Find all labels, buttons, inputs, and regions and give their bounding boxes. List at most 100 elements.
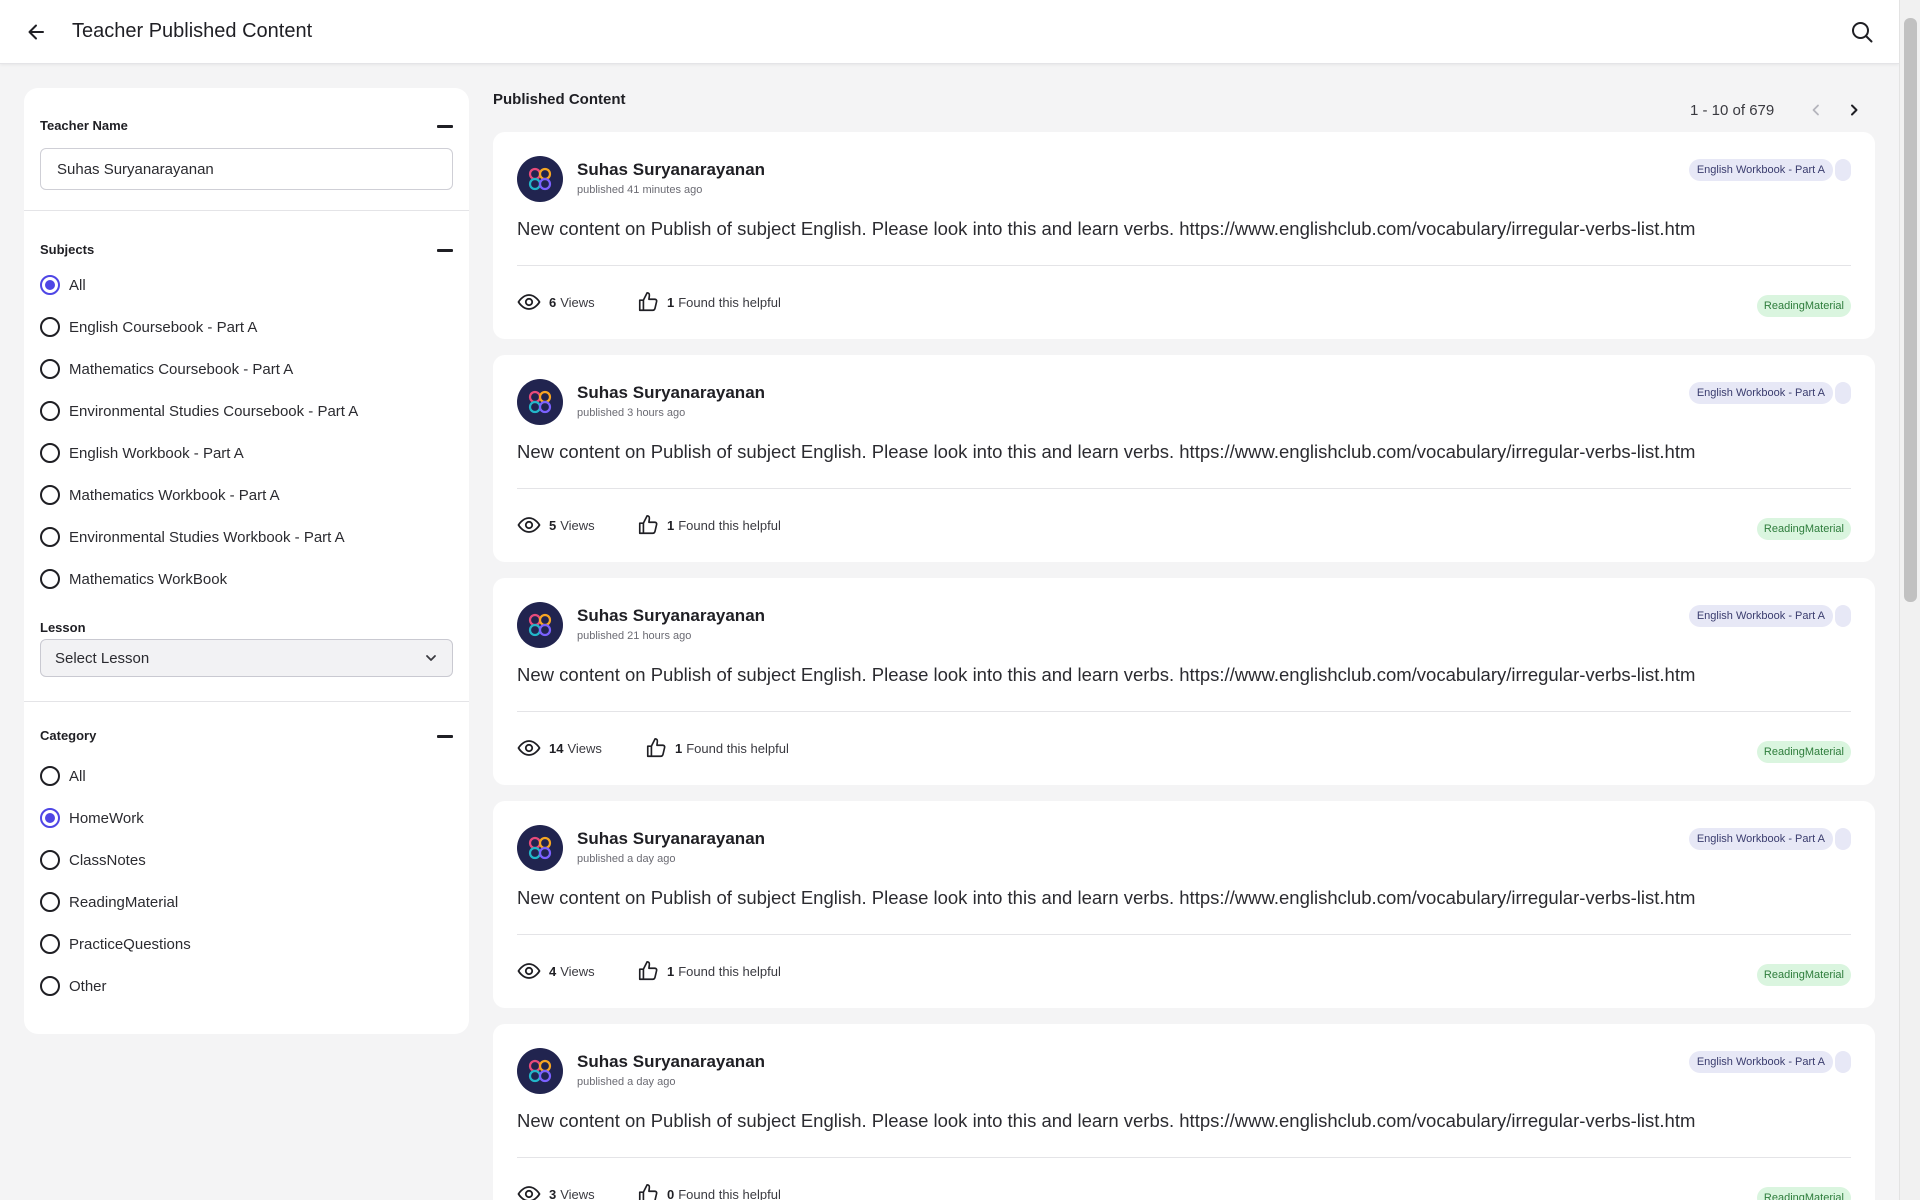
eye-icon — [517, 1186, 541, 1200]
radio-button[interactable] — [40, 485, 60, 505]
views-label: Views — [560, 1186, 595, 1200]
category-option-practicequestions[interactable]: PracticeQuestions — [40, 931, 191, 957]
radio-button[interactable] — [40, 527, 60, 547]
category-chip[interactable]: ReadingMaterial — [1756, 741, 1851, 763]
radio-button[interactable] — [40, 808, 60, 828]
author-name[interactable]: Suhas Suryanarayanan — [577, 383, 765, 403]
collapse-subjects-button[interactable] — [437, 249, 453, 252]
author-name[interactable]: Suhas Suryanarayanan — [577, 829, 765, 849]
helpful-label: Found this helpful — [686, 740, 789, 756]
author-name[interactable]: Suhas Suryanarayanan — [577, 606, 765, 626]
helpful-button[interactable]: 1 Found this helpful — [645, 736, 789, 760]
radio-button[interactable] — [40, 275, 60, 295]
views-count[interactable]: 6 Views — [517, 290, 595, 314]
subject-chip-label[interactable]: English Workbook - Part A — [1688, 382, 1833, 404]
teacher-name-input[interactable] — [40, 148, 453, 190]
views-count[interactable]: 3 Views — [517, 1182, 595, 1200]
subject-option-mathematics-workbook-part-a[interactable]: Mathematics Workbook - Part A — [40, 482, 280, 508]
radio-button[interactable] — [40, 443, 60, 463]
subject-chip[interactable]: English Workbook - Part A — [1688, 159, 1851, 181]
page-scrollbar[interactable] — [1899, 0, 1920, 1200]
radio-button[interactable] — [40, 934, 60, 954]
radio-button[interactable] — [40, 359, 60, 379]
radio-button[interactable] — [40, 766, 60, 786]
avatar[interactable] — [517, 825, 563, 871]
previous-page-button[interactable] — [1804, 98, 1828, 122]
subject-chip-extra[interactable] — [1835, 382, 1851, 404]
views-count[interactable]: 14 Views — [517, 736, 602, 760]
avatar[interactable] — [517, 379, 563, 425]
category-option-homework[interactable]: HomeWork — [40, 805, 144, 831]
subject-chip-label[interactable]: English Workbook - Part A — [1688, 1051, 1833, 1073]
helpful-button[interactable]: 1 Found this helpful — [637, 290, 781, 314]
radio-button[interactable] — [40, 317, 60, 337]
subject-chip-label[interactable]: English Workbook - Part A — [1688, 605, 1833, 627]
subject-chip[interactable]: English Workbook - Part A — [1688, 828, 1851, 850]
radio-button[interactable] — [40, 850, 60, 870]
subject-option-mathematics-workbook[interactable]: Mathematics WorkBook — [40, 566, 227, 592]
category-option-readingmaterial[interactable]: ReadingMaterial — [40, 889, 178, 915]
subject-chip[interactable]: English Workbook - Part A — [1688, 382, 1851, 404]
collapse-category-button[interactable] — [437, 735, 453, 738]
radio-button[interactable] — [40, 569, 60, 589]
published-time: published 21 hours ago — [577, 630, 692, 642]
category-chip[interactable]: ReadingMaterial — [1756, 1187, 1851, 1200]
radio-button[interactable] — [40, 976, 60, 996]
subject-option-english-coursebook-part-a[interactable]: English Coursebook - Part A — [40, 314, 257, 340]
helpful-button[interactable]: 1 Found this helpful — [637, 513, 781, 537]
avatar[interactable] — [517, 156, 563, 202]
avatar[interactable] — [517, 602, 563, 648]
avatar[interactable] — [517, 1048, 563, 1094]
views-count[interactable]: 5 Views — [517, 513, 595, 537]
subject-chip-label[interactable]: English Workbook - Part A — [1688, 159, 1833, 181]
radio-label: Mathematics WorkBook — [69, 570, 228, 588]
page-title: Teacher Published Content — [72, 20, 313, 42]
radio-button[interactable] — [40, 401, 60, 421]
next-page-button[interactable] — [1842, 98, 1866, 122]
subject-option-all[interactable]: All — [40, 272, 86, 298]
author-name[interactable]: Suhas Suryanarayanan — [577, 1052, 765, 1072]
category-option-classnotes[interactable]: ClassNotes — [40, 847, 146, 873]
teacher-avatar-logo-icon — [528, 167, 552, 191]
content-card[interactable]: Suhas Suryanarayanan published 41 minutes… — [493, 132, 1875, 339]
category-option-other[interactable]: Other — [40, 973, 107, 999]
category-chip[interactable]: ReadingMaterial — [1756, 964, 1851, 986]
back-button[interactable] — [22, 18, 50, 46]
subject-chip-extra[interactable] — [1835, 1051, 1851, 1073]
eye-icon — [517, 963, 541, 979]
subject-option-english-workbook-part-a[interactable]: English Workbook - Part A — [40, 440, 244, 466]
subject-option-mathematics-coursebook-part-a[interactable]: Mathematics Coursebook - Part A — [40, 356, 293, 382]
subject-chip-extra[interactable] — [1835, 605, 1851, 627]
content-card[interactable]: Suhas Suryanarayanan published 3 hours ag… — [493, 355, 1875, 562]
subject-chip-extra[interactable] — [1835, 159, 1851, 181]
subject-option-environmental-studies-workbook-part-a[interactable]: Environmental Studies Workbook - Part A — [40, 524, 345, 550]
subject-chip[interactable]: English Workbook - Part A — [1688, 605, 1851, 627]
author-name[interactable]: Suhas Suryanarayanan — [577, 160, 765, 180]
category-heading: Category — [40, 728, 97, 743]
search-button[interactable] — [1848, 18, 1876, 46]
lesson-select[interactable]: Select Lesson — [40, 639, 453, 677]
subject-chip[interactable]: English Workbook - Part A — [1688, 1051, 1851, 1073]
radio-button[interactable] — [40, 892, 60, 912]
content-card[interactable]: Suhas Suryanarayanan published 21 hours a… — [493, 578, 1875, 785]
scrollbar-thumb[interactable] — [1904, 18, 1917, 602]
collapse-teacher-name-button[interactable] — [437, 125, 453, 128]
subject-chip-extra[interactable] — [1835, 828, 1851, 850]
category-option-all[interactable]: All — [40, 763, 86, 789]
thumbs-up-icon — [638, 1184, 658, 1200]
subject-option-environmental-studies-coursebook-part-a[interactable]: Environmental Studies Coursebook - Part … — [40, 398, 358, 424]
helpful-icon-wrap — [637, 291, 659, 313]
views-count[interactable]: 4 Views — [517, 959, 595, 983]
views-icon-wrap — [517, 290, 541, 314]
helpful-button[interactable]: 1 Found this helpful — [637, 959, 781, 983]
views-icon-wrap — [517, 1182, 541, 1200]
subjects-section-header: Subjects — [40, 238, 453, 262]
content-card[interactable]: Suhas Suryanarayanan published a day ago E… — [493, 1024, 1875, 1200]
app-bar: Teacher Published Content — [0, 0, 1899, 64]
subject-chip-label[interactable]: English Workbook - Part A — [1688, 828, 1833, 850]
helpful-icon-wrap — [645, 737, 667, 759]
category-chip[interactable]: ReadingMaterial — [1756, 518, 1851, 540]
category-chip[interactable]: ReadingMaterial — [1756, 295, 1851, 317]
helpful-button[interactable]: 0 Found this helpful — [637, 1182, 781, 1200]
content-card[interactable]: Suhas Suryanarayanan published a day ago E… — [493, 801, 1875, 1008]
